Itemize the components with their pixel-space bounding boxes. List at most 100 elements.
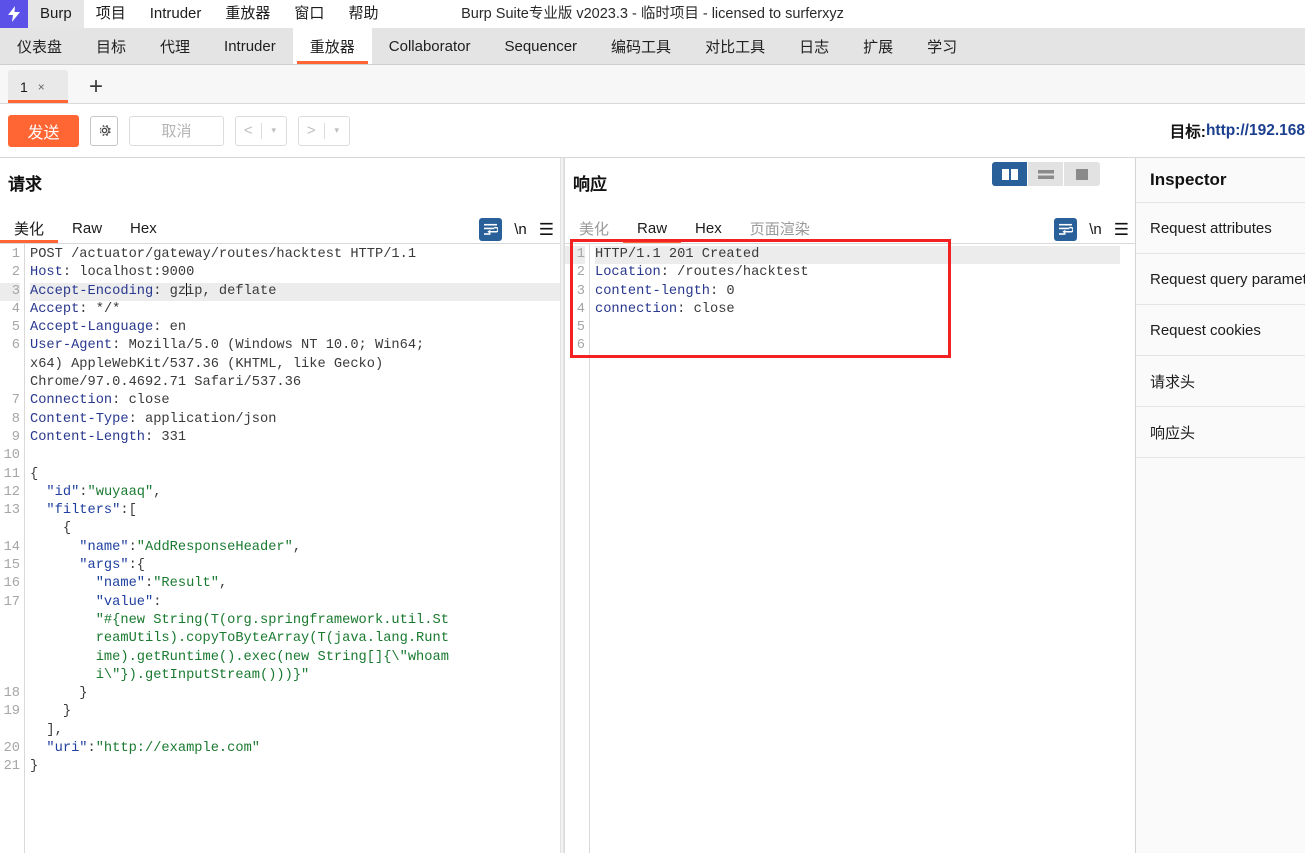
action-toolbar: 发送 取消 < ▾ > ▾ 目标: http://192.168 [0,104,1305,158]
tab-重放器[interactable]: 重放器 [292,28,372,64]
chevron-down-icon[interactable]: ▾ [325,125,350,136]
request-line-number: 20 [3,741,20,757]
tab-目标[interactable]: 目标 [79,28,143,64]
send-button[interactable]: 发送 [8,114,79,147]
request-tab-Hex[interactable]: Hex [116,213,171,243]
request-code-line: POST /actuator/gateway/routes/hacktest H… [30,246,560,264]
tab-学习[interactable]: 学习 [910,28,974,64]
word-wrap-icon[interactable] [479,218,503,241]
menu-item-5[interactable]: 帮助 [336,0,390,28]
request-line-number: 11 [3,466,20,482]
layout-toggle-group [992,162,1100,186]
tab-日志[interactable]: 日志 [782,28,846,64]
cancel-button[interactable]: 取消 [129,115,224,146]
menu-item-2[interactable]: Intruder [138,0,214,28]
burp-bolt-icon [0,0,28,28]
tab-Collaborator[interactable]: Collaborator [372,28,488,64]
gear-icon [99,125,111,136]
code-token: : close [112,393,170,409]
code-token: "args" [30,558,129,574]
hamburger-menu-icon[interactable]: ☰ [539,220,554,240]
response-tab-Raw[interactable]: Raw [623,213,682,243]
chevron-down-icon[interactable]: ▾ [262,125,287,136]
menu-item-4[interactable]: 窗口 [282,0,336,28]
inspector-row-1[interactable]: Request query parameters [1136,254,1305,305]
request-code-line: "uri":"http://example.com" [30,740,560,758]
newline-toggle-icon[interactable]: \n [514,221,527,238]
tab-仪表盘[interactable]: 仪表盘 [0,28,79,64]
request-line-number: 8 [11,411,20,427]
code-token: "value" [30,594,154,610]
response-pane-header: 响应 [565,158,1135,213]
code-token: ], [30,722,63,738]
repeater-tab-1[interactable]: 1 × [8,70,68,103]
response-editor[interactable]: 12 3 4 5 6 HTTP/1.1 201 Created Location: /ro… [565,244,1135,853]
code-token: Host [30,265,63,281]
code-token: : en [153,320,187,336]
tab-编码工具[interactable]: 编码工具 [594,28,688,64]
request-editor[interactable]: 123456 7 8 9 10 11 12 13 14 15 16 17 18 19 20 21 PO… [0,244,560,853]
word-wrap-icon[interactable] [1054,218,1078,241]
add-tab-button[interactable]: + [82,70,110,103]
request-line-number [0,374,20,392]
request-code-line: "value": [30,594,560,612]
code-token: { [30,466,39,482]
menu-item-1[interactable]: 项目 [84,0,138,28]
newline-toggle-icon[interactable]: \n [1089,221,1102,238]
inspector-row-3[interactable]: 请求头 [1136,356,1305,407]
code-token: reamUtils).copyToByteArray(T(java.lang.R… [30,631,449,647]
tab-代理[interactable]: 代理 [143,28,207,64]
response-tab-Hex[interactable]: Hex [681,213,736,243]
single-pane-icon[interactable] [1064,162,1100,186]
code-token: "#{new String(T(org.springframework.util… [30,612,449,628]
tab-Sequencer[interactable]: Sequencer [487,28,594,64]
code-token: , [153,484,162,500]
request-code-line [30,447,560,465]
request-line-number: 10 [3,448,20,464]
request-line-number: 19 [3,704,20,720]
hamburger-menu-icon[interactable]: ☰ [1114,220,1129,240]
response-line-number: 3 [576,283,585,299]
response-line-number: 1 [565,246,585,265]
request-code-line: x64) AppleWebKit/537.36 (KHTML, like Gec… [30,356,560,374]
code-token: } [30,704,72,720]
inspector-row-2[interactable]: Request cookies [1136,305,1305,356]
close-icon[interactable]: × [38,80,45,94]
request-line-number: 17 [3,594,20,610]
tab-对比工具[interactable]: 对比工具 [688,28,782,64]
tab-扩展[interactable]: 扩展 [846,28,910,64]
menu-item-3[interactable]: 重放器 [213,0,282,28]
split-vertical-icon[interactable] [992,162,1028,186]
request-line-number [0,649,20,667]
code-token: i\"}).getInputStream()))}" [30,667,310,683]
code-token: "name" [30,576,145,592]
code-token: : /routes/hacktest [660,265,809,281]
response-tab-美化[interactable]: 美化 [565,213,623,243]
chevron-right-icon: > [306,122,316,139]
request-tab-美化[interactable]: 美化 [0,213,59,243]
code-token: POST /actuator/gateway/routes/hacktest H… [30,247,417,262]
menu-item-0[interactable]: Burp [28,0,84,28]
code-token: : application/json [128,411,277,427]
code-token: Chrome/97.0.4692.71 Safari/537.36 [30,375,302,391]
response-tab-页面渲染[interactable]: 页面渲染 [736,213,824,243]
tab-Intruder[interactable]: Intruder [207,28,293,64]
code-token: "name" [30,539,129,555]
request-line-number: 1 [11,247,20,262]
code-token: : */* [79,301,121,317]
inspector-row-0[interactable]: Request attributes [1136,203,1305,254]
request-line-number: 13 [3,503,20,519]
request-line-number [0,612,20,630]
request-tab-Raw[interactable]: Raw [58,213,116,243]
request-code-line: { [30,466,560,484]
request-code-content[interactable]: POST /actuator/gateway/routes/hacktest H… [24,244,560,853]
settings-gear-button[interactable] [90,115,118,146]
forward-nav-button[interactable]: > ▾ [298,115,350,146]
response-line-number: 2 [576,265,585,281]
split-horizontal-icon[interactable] [1028,162,1064,186]
back-nav-button[interactable]: < ▾ [235,115,287,146]
response-code-content[interactable]: HTTP/1.1 201 Created Location: /routes/ha… [589,244,1135,853]
editor-panes: 请求 美化 Raw Hex \n ☰ 1 2 3 4 5 6 7 8 9 10 … [0,158,1305,853]
inspector-row-4[interactable]: 响应头 [1136,407,1305,458]
response-code-line: connection: close [595,301,1135,319]
